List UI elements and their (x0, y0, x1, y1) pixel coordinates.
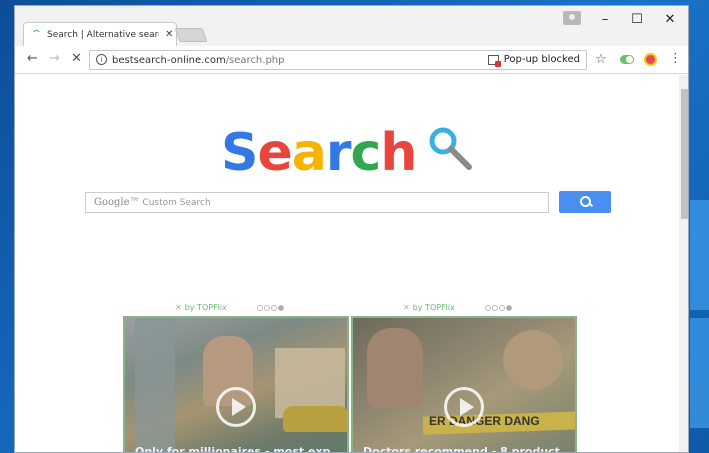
address-bar[interactable]: i bestsearch-online.com/search.php Pop-u… (89, 50, 587, 70)
car-shape (283, 406, 347, 432)
windows-logo-tile (690, 318, 709, 428)
close-window-button[interactable]: ✕ (654, 12, 686, 27)
search-logo: Search (221, 123, 417, 183)
back-arrow-icon[interactable]: ← (27, 51, 38, 66)
browser-toolbar: ← → ✕ i bestsearch-online.com/search.php… (15, 46, 688, 74)
ad-pager-dots (256, 304, 284, 311)
browser-tab[interactable]: Search | Alternative searc ✕ (23, 22, 177, 46)
toggle-extension-icon[interactable] (620, 55, 634, 64)
stop-x-icon[interactable]: ✕ (71, 51, 82, 66)
forward-arrow-icon[interactable]: → (49, 51, 60, 66)
ad-pager-dots (484, 304, 512, 311)
pager-dot (498, 304, 505, 311)
ad-close-icon[interactable]: ✕ (175, 303, 182, 312)
google-label: Google™ (94, 197, 140, 208)
pager-dot (491, 304, 498, 311)
building-shape (135, 318, 175, 452)
new-tab-button[interactable] (174, 28, 208, 42)
url-text: bestsearch-online.com/search.php (112, 55, 285, 66)
user-profile-icon[interactable] (563, 11, 581, 25)
minimize-button[interactable]: – (589, 12, 621, 27)
logo-letter: c (350, 123, 381, 183)
person-shape (367, 328, 423, 408)
maximize-button[interactable]: ☐ (621, 12, 653, 27)
play-icon[interactable] (216, 387, 256, 427)
extension-badge-icon[interactable] (644, 53, 657, 66)
page-content: Search Google™ Custom Search ✕ by TOPFli… (15, 75, 679, 453)
ad-source: by TOPFlix (412, 303, 455, 312)
ad-source: by TOPFlix (184, 303, 227, 312)
ad-header: ✕ by TOPFlix (175, 303, 284, 312)
close-tab-icon[interactable]: ✕ (165, 29, 173, 40)
loading-spinner-icon (32, 30, 41, 39)
browser-window: Search | Alternative searc ✕ – ☐ ✕ ← → ✕… (14, 5, 689, 453)
pager-dot (263, 304, 270, 311)
site-info-icon[interactable]: i (96, 54, 107, 65)
mask-shape (503, 330, 563, 390)
title-bar: Search | Alternative searc ✕ – ☐ ✕ (15, 6, 688, 46)
windows-logo-tile (690, 200, 709, 310)
logo-letter: h (380, 123, 417, 183)
search-button[interactable] (559, 191, 611, 213)
logo-letter: r (325, 123, 352, 183)
ad-thumbnail[interactable]: ER DANGER DANG Doctors recommend - 8 pro… (351, 316, 577, 453)
video-ad-card[interactable]: ✕ by TOPFlix ER DANGER DANG Doctors reco… (351, 303, 579, 453)
search-placeholder: Custom Search (142, 198, 211, 208)
scrollbar-thumb[interactable] (681, 89, 688, 219)
popup-blocked-indicator[interactable]: Pop-up blocked (487, 54, 580, 67)
popup-blocked-label: Pop-up blocked (503, 54, 580, 65)
play-icon[interactable] (444, 387, 484, 427)
ad-header: ✕ by TOPFlix (403, 303, 512, 312)
ad-thumbnail[interactable]: Only for millionaires - most exp... (123, 316, 349, 453)
popup-blocked-icon (487, 54, 501, 67)
logo-letter: a (291, 123, 327, 183)
logo-letter: e (257, 123, 292, 183)
ad-caption: Doctors recommend - 8 product... (363, 445, 573, 453)
search-input[interactable]: Google™ Custom Search (85, 192, 549, 213)
pager-dot (505, 304, 512, 311)
pager-dot (270, 304, 277, 311)
magnifier-logo-icon (429, 127, 472, 170)
pager-dot (256, 304, 263, 311)
browser-menu-icon[interactable]: ⋮ (669, 51, 682, 66)
video-ad-card[interactable]: ✕ by TOPFlix Only for millionaires - mos… (123, 303, 351, 453)
pager-dot (484, 304, 491, 311)
pager-dot (277, 304, 284, 311)
bookmark-star-icon[interactable]: ☆ (595, 52, 607, 67)
vertical-scrollbar[interactable] (679, 75, 688, 452)
tab-title: Search | Alternative searc (47, 29, 159, 40)
ad-caption: Only for millionaires - most exp... (135, 445, 343, 453)
logo-letter: S (221, 123, 258, 183)
ad-close-icon[interactable]: ✕ (403, 303, 410, 312)
